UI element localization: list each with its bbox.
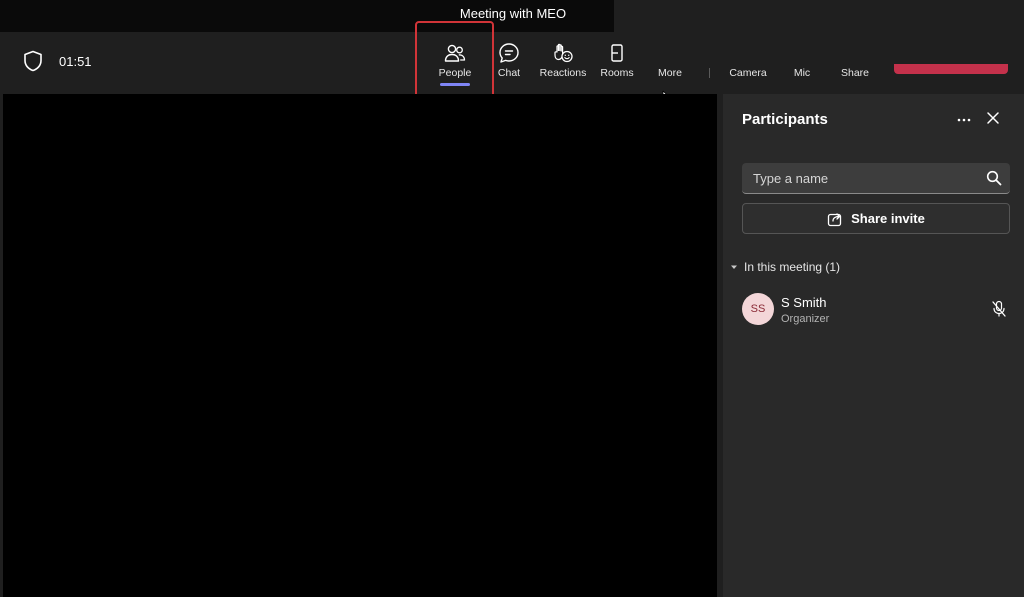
chat-button[interactable]: Chat bbox=[490, 32, 528, 94]
share-icon bbox=[827, 212, 842, 226]
meeting-timer: 01:51 bbox=[59, 54, 92, 69]
reactions-label: Reactions bbox=[539, 67, 587, 79]
share-invite-button[interactable]: Share invite bbox=[742, 203, 1010, 234]
shield-icon bbox=[24, 50, 42, 72]
share-label: Share bbox=[840, 67, 870, 79]
more-button[interactable]: More bbox=[652, 32, 688, 94]
camera-button[interactable]: Camera bbox=[726, 32, 770, 94]
mic-label: Mic bbox=[793, 67, 811, 79]
title-bar: Meeting with MEO bbox=[0, 0, 614, 32]
people-button[interactable]: People bbox=[433, 32, 477, 94]
section-label: In this meeting (1) bbox=[744, 260, 841, 274]
more-toolbar-icon bbox=[659, 42, 681, 64]
caret-down-icon bbox=[731, 265, 737, 269]
people-label: People bbox=[438, 67, 472, 79]
participant-role: Organizer bbox=[781, 313, 830, 325]
rooms-icon bbox=[606, 42, 628, 64]
share-button[interactable]: Share bbox=[838, 32, 872, 94]
share-screen-icon bbox=[844, 42, 866, 64]
teams-meeting-window: Meeting with MEO 01:51 People Chat React… bbox=[0, 0, 1024, 597]
camera-icon bbox=[737, 42, 759, 64]
title-bar-right bbox=[614, 0, 1024, 32]
mic-off-icon bbox=[992, 300, 1006, 317]
mic-icon bbox=[791, 42, 813, 64]
reactions-button[interactable]: Reactions bbox=[538, 32, 588, 94]
rooms-button[interactable]: Rooms bbox=[598, 32, 636, 94]
participant-row[interactable]: SS S Smith Organizer bbox=[742, 292, 1012, 328]
rooms-label: Rooms bbox=[600, 67, 634, 79]
participant-name: S Smith bbox=[781, 295, 827, 310]
share-invite-label: Share invite bbox=[851, 211, 925, 226]
participant-search bbox=[742, 163, 1010, 194]
chat-icon bbox=[498, 42, 520, 64]
search-icon[interactable] bbox=[986, 170, 1002, 186]
people-icon bbox=[444, 42, 466, 64]
more-options-icon[interactable] bbox=[956, 112, 972, 128]
camera-label: Camera bbox=[729, 67, 767, 79]
toolbar-divider bbox=[709, 68, 710, 78]
meeting-title: Meeting with MEO bbox=[459, 6, 567, 21]
chat-label: Chat bbox=[497, 67, 521, 79]
close-icon[interactable] bbox=[985, 110, 1001, 126]
leave-button[interactable] bbox=[894, 64, 1008, 74]
panel-title: Participants bbox=[742, 111, 828, 128]
in-meeting-section-toggle[interactable]: In this meeting (1) bbox=[730, 260, 840, 274]
active-tab-indicator bbox=[440, 83, 470, 86]
meeting-toolbar: 01:51 People Chat Reactions Rooms More C… bbox=[0, 32, 1024, 94]
mic-button[interactable]: Mic bbox=[788, 32, 816, 94]
search-input[interactable] bbox=[742, 163, 978, 193]
more-label: More bbox=[658, 67, 682, 79]
avatar: SS bbox=[742, 293, 774, 325]
participants-panel: Participants Share invite bbox=[723, 94, 1024, 597]
raise-hand-icon bbox=[552, 42, 574, 64]
video-stage bbox=[3, 94, 717, 597]
